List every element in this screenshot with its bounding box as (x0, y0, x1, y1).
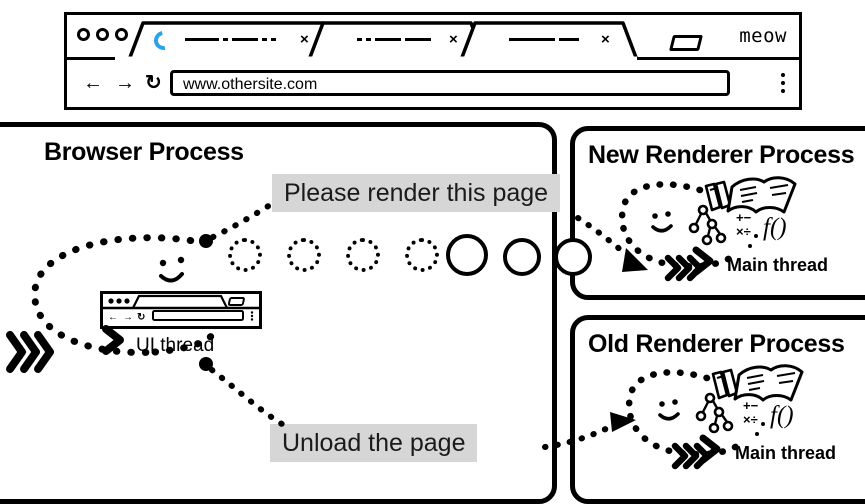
diagram-canvas: × × × meow ← → ↻ www.othersite.com Brows… (0, 0, 865, 504)
message-label-render: Please render this page (272, 174, 561, 212)
window-control-dot-1[interactable] (77, 28, 90, 41)
tab-3-close-icon[interactable]: × (601, 32, 610, 47)
message-circle-6 (503, 238, 541, 276)
reload-icon[interactable]: ↻ (145, 73, 162, 93)
overflow-menu-icon[interactable] (781, 73, 785, 93)
url-bar[interactable]: www.othersite.com (170, 70, 730, 96)
message-label-unload: Unload the page (270, 424, 478, 462)
message-circle-1 (228, 238, 262, 272)
browser-tab-3[interactable]: × (447, 21, 639, 61)
message-circle-3 (346, 238, 380, 272)
back-icon[interactable]: ← (83, 73, 103, 93)
old-renderer-main-thread-label: Main thread (735, 443, 837, 463)
tab-strip: × × × meow (67, 15, 799, 61)
url-input[interactable]: www.othersite.com (183, 76, 317, 94)
new-tab-button[interactable] (669, 35, 703, 51)
tab-3-title-glyph (509, 38, 579, 41)
svg-text:→: → (123, 312, 133, 323)
ui-thread-label: UI thread (136, 335, 215, 356)
tab-1-title-glyph (185, 38, 276, 41)
browser-toolbar: ← → ↻ www.othersite.com (67, 60, 799, 110)
message-circle-2 (287, 238, 321, 272)
window-control-dot-2[interactable] (96, 28, 109, 41)
new-renderer-process-title: New Renderer Process (588, 141, 855, 169)
message-circle-4 (405, 238, 439, 272)
message-circle-7 (554, 238, 592, 276)
new-renderer-main-thread-label: Main thread (727, 255, 829, 275)
browser-window: × × × meow ← → ↻ www.othersite.com (64, 12, 802, 110)
svg-text:←: ← (108, 312, 118, 323)
kebab-dot-1 (781, 73, 785, 77)
ui-thread-icon-art: ← → ↻ (103, 294, 259, 323)
svg-text:↻: ↻ (137, 312, 145, 323)
kebab-dot-2 (781, 81, 785, 85)
brand-label: meow (739, 25, 787, 47)
browser-process-title: Browser Process (44, 138, 244, 166)
ui-thread-browser-icon: ← → ↻ (100, 291, 262, 329)
kebab-dot-3 (781, 89, 785, 93)
tab-2-title-glyph (357, 38, 431, 41)
forward-icon[interactable]: → (115, 73, 135, 93)
old-renderer-process-title: Old Renderer Process (588, 330, 845, 358)
message-circle-5 (446, 234, 488, 276)
